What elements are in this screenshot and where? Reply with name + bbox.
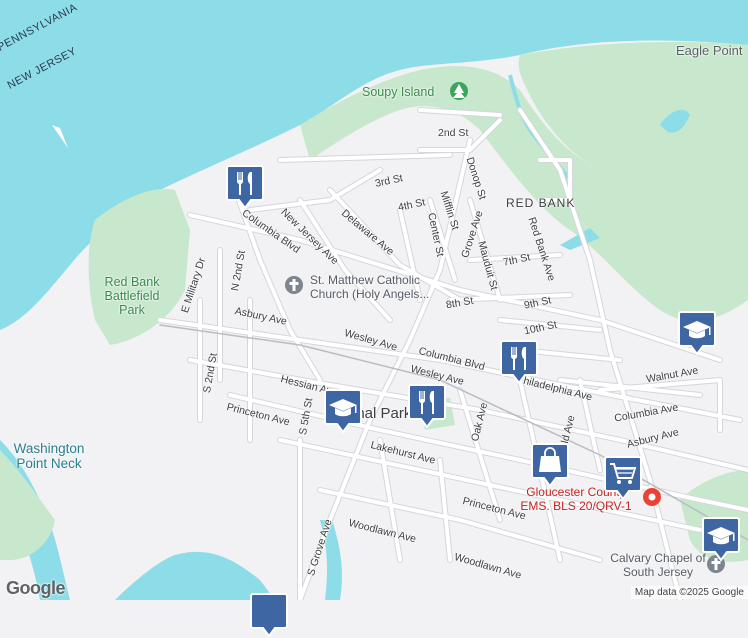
- shopping-cart-icon: [604, 456, 642, 501]
- school-icon: [678, 311, 716, 356]
- map-attribution[interactable]: Map data ©2025 Google: [630, 586, 748, 599]
- soupy-island-label: Soupy Island: [362, 85, 435, 99]
- shopping-cart-marker[interactable]: [604, 455, 642, 501]
- restaurant-marker-national-park[interactable]: [408, 383, 446, 429]
- restaurant-icon: [500, 340, 538, 385]
- restaurant-icon: [226, 165, 264, 210]
- shopping-bag-icon: [531, 443, 569, 488]
- red-bank-label: RED BANK: [506, 196, 576, 210]
- church-icon: [285, 276, 303, 294]
- restaurant-icon: [408, 384, 446, 429]
- restaurant-marker-columbia[interactable]: [226, 164, 264, 210]
- google-logo[interactable]: Google: [6, 578, 66, 599]
- red-bank-battlefield-label: Red Bank Battlefield Park: [104, 275, 160, 317]
- restaurant-marker-wesley[interactable]: [500, 339, 538, 385]
- ems-pin-icon: [643, 488, 661, 506]
- park-tree-icon: [450, 82, 468, 100]
- eagle-point-label: Eagle Point: [676, 43, 743, 58]
- marker-partial-bottom[interactable]: [250, 592, 288, 638]
- church-label[interactable]: St. Matthew Catholic Church (Holy Angels…: [310, 273, 450, 302]
- school-icon: [324, 389, 362, 434]
- school-icon: [702, 517, 740, 562]
- street-2nd: 2nd St: [438, 127, 469, 139]
- school-marker-hessian[interactable]: [324, 388, 362, 434]
- school-marker-walnut[interactable]: [678, 310, 716, 356]
- calvary-label[interactable]: Calvary Chapel of South Jersey: [602, 551, 714, 580]
- school-marker-right-edge[interactable]: [702, 516, 740, 562]
- shopping-bag-marker[interactable]: [531, 442, 569, 488]
- restaurant-icon: [250, 593, 288, 638]
- washington-point-label: Washington Point Neck: [13, 441, 85, 471]
